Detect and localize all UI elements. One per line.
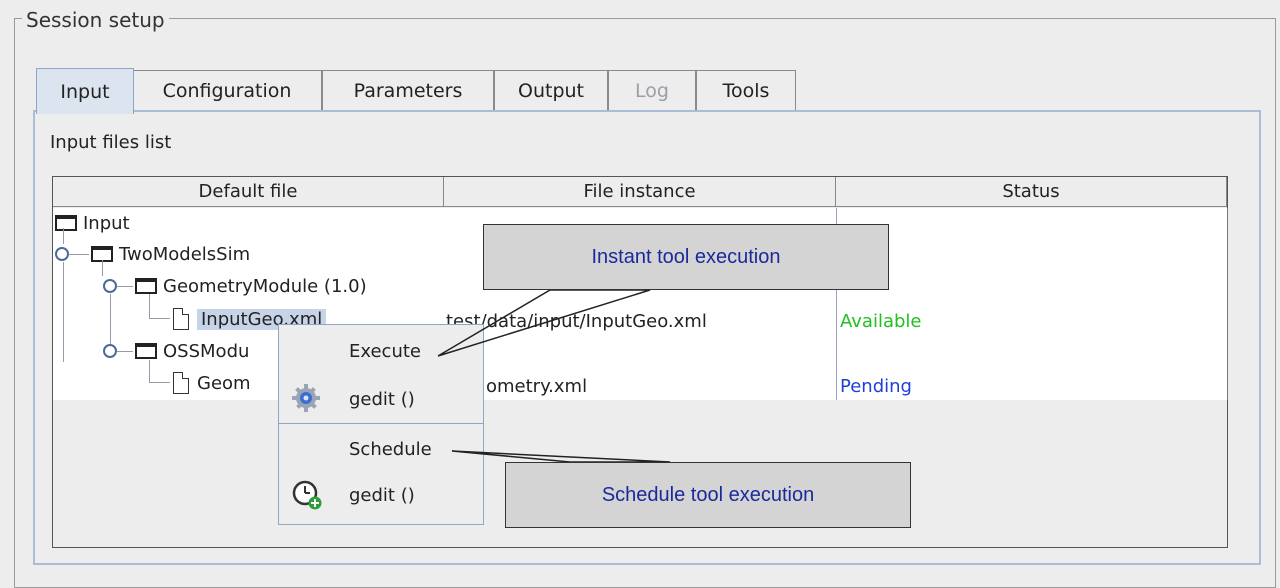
instant-callout-leader	[437, 289, 651, 357]
schedule-execution-callout: Schedule tool execution	[505, 462, 911, 528]
instant-execution-callout: Instant tool execution	[483, 224, 889, 290]
schedule-callout-leader	[451, 450, 671, 463]
